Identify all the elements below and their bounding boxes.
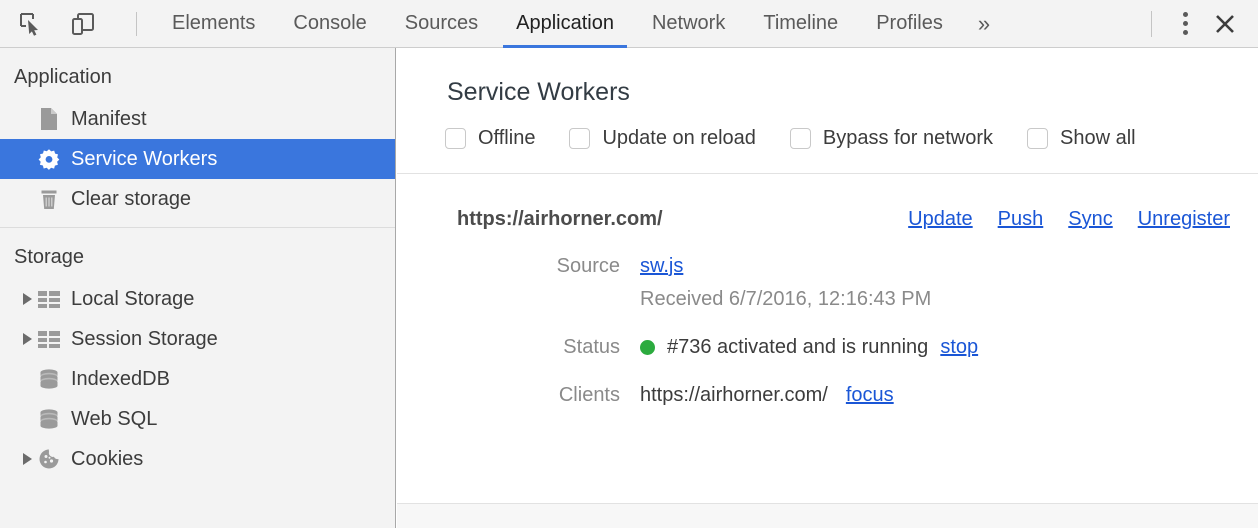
stop-link[interactable]: stop [940, 334, 978, 360]
tab-label: Application [516, 12, 614, 35]
status-indicator-icon [640, 340, 655, 355]
checkbox-label: Show all [1060, 127, 1136, 150]
tab-label: Network [652, 12, 725, 35]
tab-label: Profiles [876, 12, 943, 35]
source-received-timestamp: Received 6/7/2016, 12:16:43 PM [640, 286, 931, 312]
page-title: Service Workers [397, 48, 1258, 107]
kebab-menu-icon[interactable] [1166, 5, 1204, 43]
service-worker-actions: Update Push Sync Unregister [908, 208, 1258, 231]
sidebar-item-label: Manifest [71, 109, 147, 129]
sidebar-item-indexeddb[interactable]: IndexedDB [0, 359, 395, 399]
more-tabs-chevron-icon[interactable]: » [962, 0, 1006, 48]
sidebar-item-local-storage[interactable]: Local Storage [0, 279, 395, 319]
expand-triangle-icon[interactable] [18, 333, 36, 345]
sidebar-item-cookies[interactable]: Cookies [0, 439, 395, 479]
sidebar-item-label: Clear storage [71, 189, 191, 209]
checkbox-box[interactable] [569, 128, 590, 149]
tab-profiles[interactable]: Profiles [857, 0, 962, 48]
devtools-toolbar: Elements Console Sources Application Net… [0, 0, 1258, 48]
devtools-window: Elements Console Sources Application Net… [0, 0, 1258, 528]
checkbox-label: Bypass for network [823, 127, 993, 150]
tab-label: Console [293, 12, 366, 35]
inspect-cursor-icon[interactable] [14, 7, 48, 41]
panel-tab-list: Elements Console Sources Application Net… [153, 0, 1006, 48]
tab-application[interactable]: Application [497, 0, 633, 48]
sidebar-item-label: Web SQL [71, 409, 157, 429]
checkbox-show-all[interactable]: Show all [1027, 127, 1136, 150]
sync-link[interactable]: Sync [1068, 208, 1112, 231]
sidebar-item-label: Service Workers [71, 149, 217, 169]
sidebar-item-clear-storage[interactable]: Clear storage [0, 179, 395, 219]
device-toolbar-icon[interactable] [66, 7, 100, 41]
tab-console[interactable]: Console [274, 0, 385, 48]
service-worker-origin-row: https://airhorner.com/ Update Push Sync … [397, 174, 1258, 231]
toolbar-divider-right [1151, 11, 1152, 37]
tab-sources[interactable]: Sources [386, 0, 497, 48]
checkbox-bypass-for-network[interactable]: Bypass for network [790, 127, 993, 150]
table-icon [36, 287, 62, 311]
checkbox-box[interactable] [445, 128, 466, 149]
sidebar-section-storage: Storage [0, 228, 395, 279]
tab-label: Sources [405, 12, 478, 35]
tab-network[interactable]: Network [633, 0, 744, 48]
sidebar-item-label: IndexedDB [71, 369, 170, 389]
status-label: Status [397, 334, 640, 360]
checkbox-box[interactable] [1027, 128, 1048, 149]
application-sidebar: Application Manifest Service Workers [0, 48, 396, 528]
checkbox-label: Update on reload [602, 127, 755, 150]
source-label: Source [397, 253, 640, 279]
clients-value-group: https://airhorner.com/ focus [640, 382, 894, 408]
service-workers-panel: Service Workers Offline Update on reload… [397, 48, 1258, 528]
cookie-icon [36, 447, 62, 471]
status-field: Status #736 activated and is running sto… [397, 334, 1258, 360]
toolbar-right-group [1151, 3, 1258, 45]
trash-icon [36, 187, 62, 211]
sidebar-item-web-sql[interactable]: Web SQL [0, 399, 395, 439]
service-worker-options-row: Offline Update on reload Bypass for netw… [397, 107, 1258, 150]
sidebar-item-label: Cookies [71, 449, 143, 469]
clients-field: Clients https://airhorner.com/ focus [397, 382, 1258, 408]
document-icon [36, 107, 62, 131]
sidebar-item-label: Local Storage [71, 289, 194, 309]
checkbox-update-on-reload[interactable]: Update on reload [569, 127, 755, 150]
source-file-link[interactable]: sw.js [640, 255, 683, 277]
close-icon[interactable] [1204, 3, 1246, 45]
sidebar-item-manifest[interactable]: Manifest [0, 99, 395, 139]
tab-elements[interactable]: Elements [153, 0, 274, 48]
source-value-group: sw.js Received 6/7/2016, 12:16:43 PM [640, 253, 931, 312]
toolbar-icon-group [0, 7, 153, 41]
update-link[interactable]: Update [908, 208, 973, 231]
sidebar-item-service-workers[interactable]: Service Workers [0, 139, 395, 179]
tab-timeline[interactable]: Timeline [744, 0, 857, 48]
checkbox-offline[interactable]: Offline [445, 127, 535, 150]
sidebar-item-session-storage[interactable]: Session Storage [0, 319, 395, 359]
unregister-link[interactable]: Unregister [1138, 208, 1230, 231]
expand-triangle-icon[interactable] [18, 293, 36, 305]
client-url: https://airhorner.com/ [640, 382, 828, 408]
checkbox-label: Offline [478, 127, 535, 150]
tab-label: Timeline [763, 12, 838, 35]
toolbar-divider [136, 12, 137, 36]
table-icon [36, 327, 62, 351]
panel-bottom-bar [397, 503, 1258, 528]
clients-label: Clients [397, 382, 640, 408]
status-text: #736 activated and is running [667, 334, 928, 360]
source-field: Source sw.js Received 6/7/2016, 12:16:43… [397, 253, 1258, 312]
tab-label: Elements [172, 12, 255, 35]
database-icon [36, 367, 62, 391]
status-value-group: #736 activated and is running stop [640, 334, 978, 360]
database-icon [36, 407, 62, 431]
focus-link[interactable]: focus [846, 382, 894, 408]
push-link[interactable]: Push [998, 208, 1044, 231]
gear-icon [36, 147, 62, 171]
sidebar-item-label: Session Storage [71, 329, 218, 349]
sidebar-section-application: Application [0, 48, 395, 99]
checkbox-box[interactable] [790, 128, 811, 149]
expand-triangle-icon[interactable] [18, 453, 36, 465]
service-worker-origin: https://airhorner.com/ [397, 208, 663, 231]
